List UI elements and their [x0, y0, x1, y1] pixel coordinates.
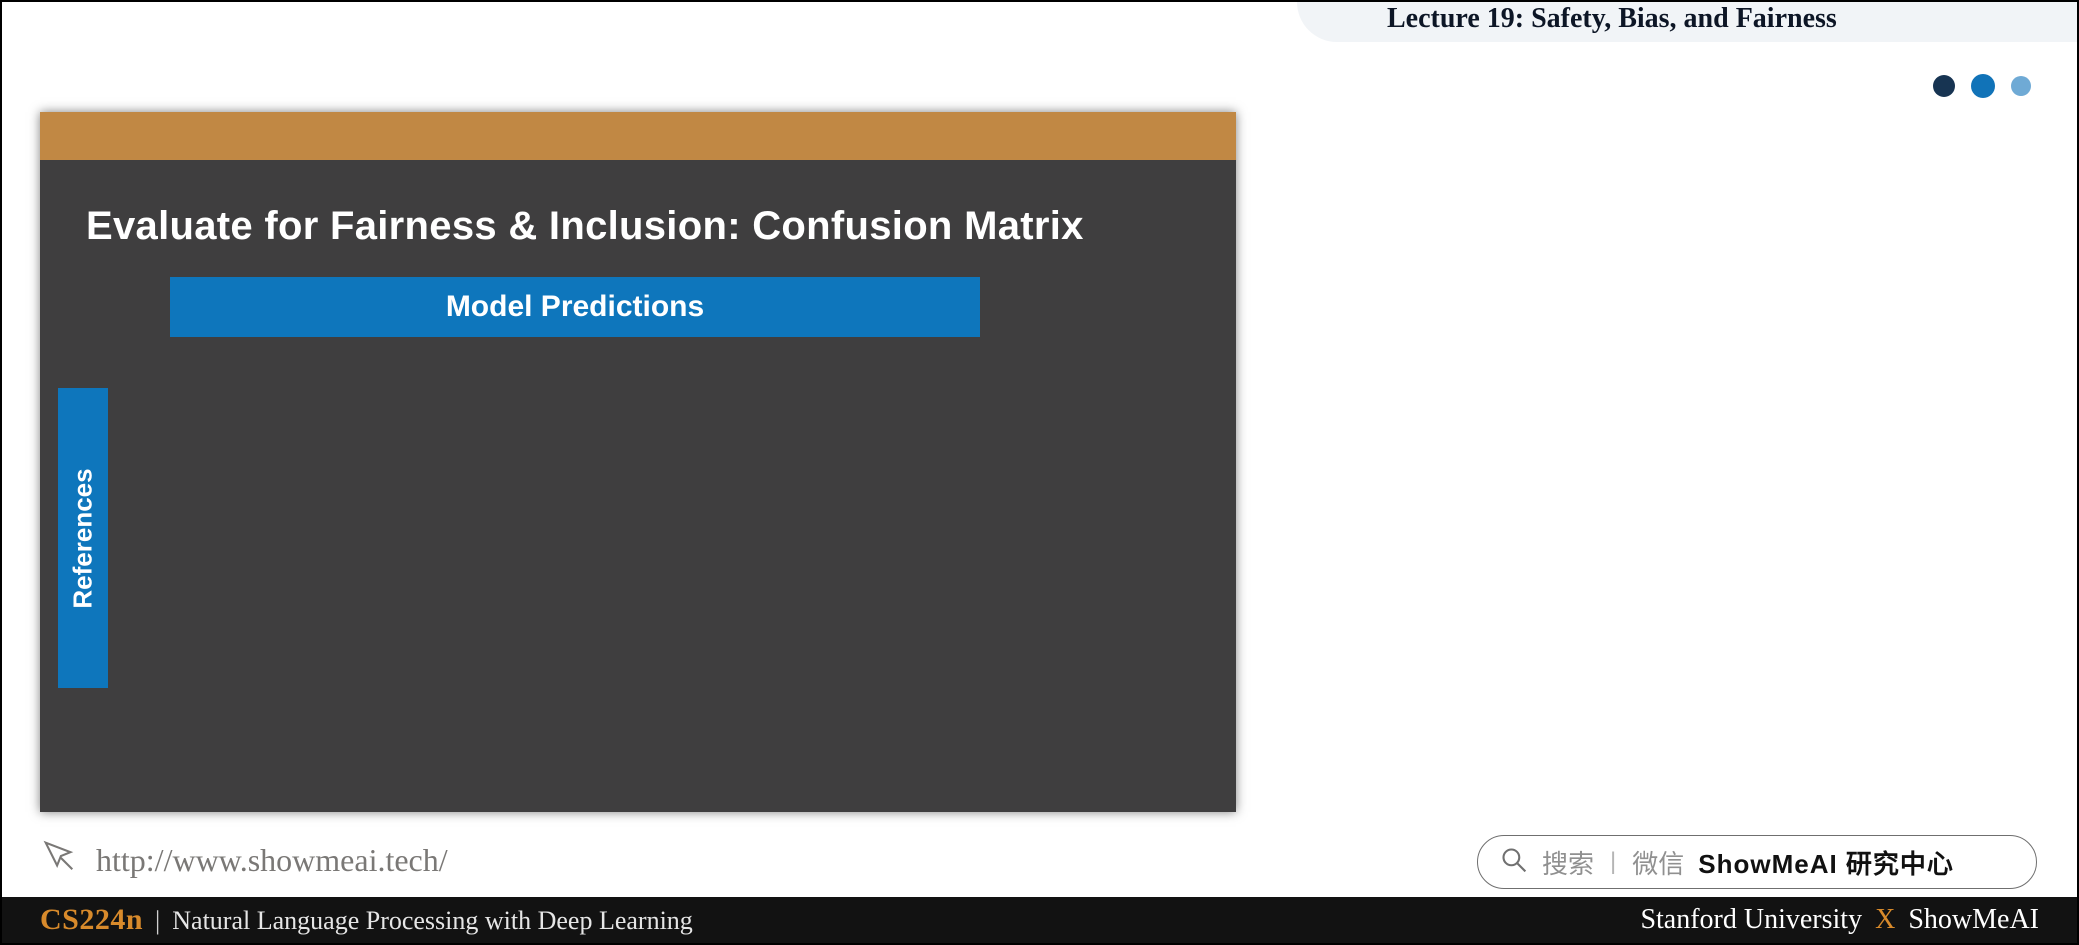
- lecture-label: Lecture 19: Safety, Bias, and Fairness: [1387, 3, 1837, 35]
- dot-icon: [2011, 76, 2031, 96]
- university-label: Stanford University: [1640, 904, 1862, 935]
- course-name: Natural Language Processing with Deep Le…: [172, 906, 693, 936]
- search-icon: [1500, 846, 1528, 879]
- lecture-header-strip: Lecture 19: Safety, Bias, and Fairness: [1297, 2, 2077, 42]
- slide-accent-bar: [40, 112, 1236, 160]
- rows-header-label: References: [68, 468, 99, 608]
- footer-right: Stanford University X ShowMeAI: [1640, 904, 2039, 936]
- columns-header: Model Predictions: [170, 277, 980, 337]
- url-row: http://www.showmeai.tech/: [40, 837, 448, 883]
- footer-bar: CS224n | Natural Language Processing wit…: [2, 897, 2077, 943]
- dot-icon: [1971, 74, 1995, 98]
- search-channel-label: 微信: [1632, 844, 1684, 881]
- footer-left: CS224n | Natural Language Processing wit…: [40, 903, 693, 937]
- decorative-dots: [1933, 74, 2031, 98]
- url-text: http://www.showmeai.tech/: [96, 842, 448, 879]
- search-pill[interactable]: 搜索 | 微信 ShowMeAI 研究中心: [1477, 835, 2037, 889]
- connector-label: X: [1869, 904, 1901, 935]
- dot-icon: [1933, 75, 1955, 97]
- rows-header: References: [58, 388, 108, 688]
- slide-frame: Lecture 19: Safety, Bias, and Fairness E…: [0, 0, 2079, 945]
- course-code: CS224n: [40, 903, 143, 937]
- inner-slide: Evaluate for Fairness & Inclusion: Confu…: [40, 112, 1236, 812]
- separator-icon: |: [1608, 848, 1618, 876]
- columns-header-label: Model Predictions: [446, 290, 704, 324]
- cursor-click-icon: [40, 837, 78, 883]
- search-brand-label: ShowMeAI 研究中心: [1698, 844, 1954, 881]
- organization-label: ShowMeAI: [1908, 904, 2039, 935]
- slide-title: Evaluate for Fairness & Inclusion: Confu…: [86, 204, 1084, 249]
- search-action-label: 搜索: [1542, 844, 1594, 881]
- separator-icon: |: [155, 906, 160, 936]
